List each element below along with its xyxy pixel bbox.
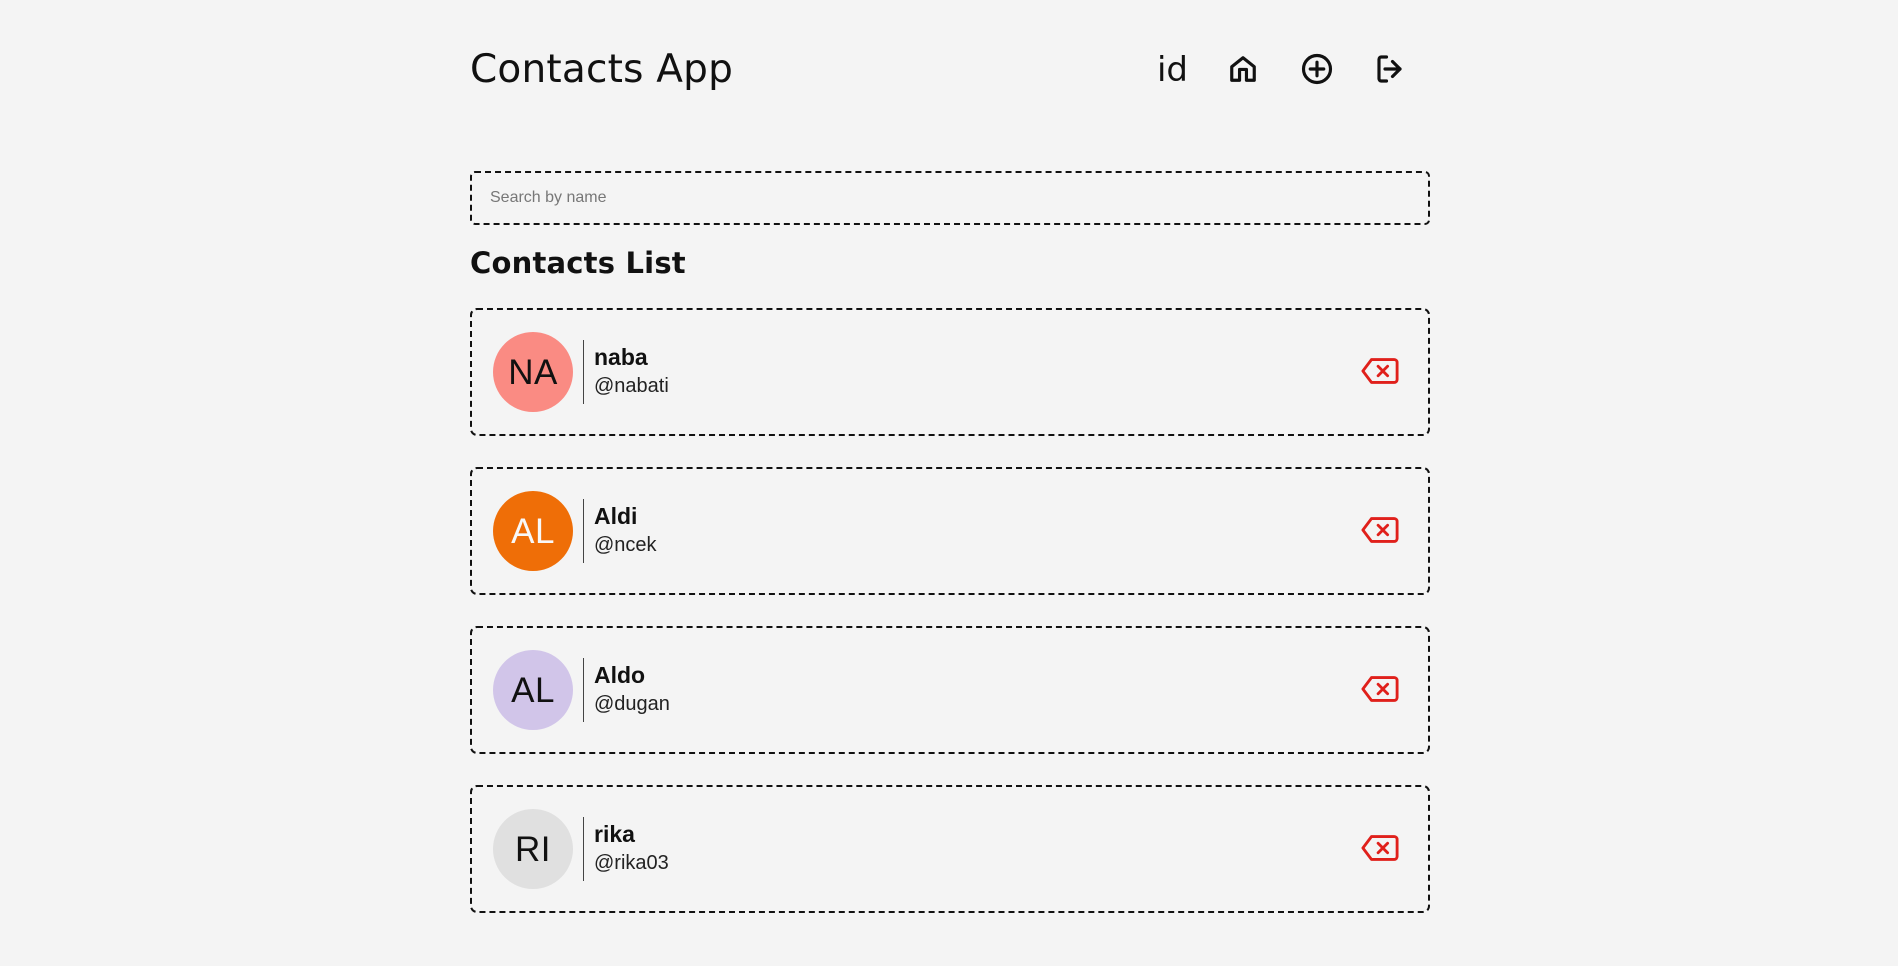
contact-name: Aldo [594,662,646,688]
logout-icon [1373,51,1409,90]
contact-username: @nabati [594,375,669,397]
delete-contact-button[interactable] [1360,673,1400,707]
contact-info: Aldi @ncek [594,502,657,560]
avatar: AL [493,650,573,730]
search-input[interactable] [488,188,1412,208]
contact-info: rika @rika03 [594,820,669,878]
contact-card[interactable]: AL Aldi @ncek [470,467,1430,595]
contact-divider [583,658,584,722]
contact-divider [583,817,584,881]
contacts-list: NA naba @nabati AL Aldi @ncek AL Aldo @d… [470,308,1430,913]
delete-contact-button[interactable] [1360,355,1400,389]
delete-contact-button[interactable] [1360,832,1400,866]
contact-card[interactable]: AL Aldo @dugan [470,626,1430,754]
contact-divider [583,499,584,563]
contact-info: Aldo @dugan [594,661,670,719]
delete-icon [1361,833,1399,866]
delete-icon [1361,515,1399,548]
contacts-app: Contacts App id Search by name Contacts … [470,0,1430,913]
contacts-list-title: Contacts List [470,246,686,280]
language-toggle[interactable]: id [1157,50,1188,90]
contact-name: naba [594,344,648,370]
search-field-container[interactable] [470,171,1430,225]
delete-contact-button[interactable] [1360,514,1400,548]
home-icon [1225,51,1261,90]
plus-circle-icon [1299,51,1335,90]
logout-button[interactable] [1372,51,1410,89]
delete-icon [1361,356,1399,389]
add-contact-button[interactable] [1298,51,1336,89]
contact-username: @rika03 [594,852,669,874]
avatar: AL [493,491,573,571]
app-title: Contacts App [470,47,734,92]
contact-divider [583,340,584,404]
home-button[interactable] [1224,51,1262,89]
contact-name: Aldi [594,503,638,529]
search-section [470,171,1430,225]
avatar: NA [493,332,573,412]
contact-name: rika [594,821,635,847]
contact-info: naba @nabati [594,343,669,401]
avatar: RI [493,809,573,889]
app-header: Contacts App id [470,0,1430,140]
delete-icon [1361,674,1399,707]
contact-username: @ncek [594,534,657,556]
top-navigation: id [1157,46,1430,94]
contact-card[interactable]: RI rika @rika03 [470,785,1430,913]
contact-card[interactable]: NA naba @nabati [470,308,1430,436]
contact-username: @dugan [594,693,670,715]
